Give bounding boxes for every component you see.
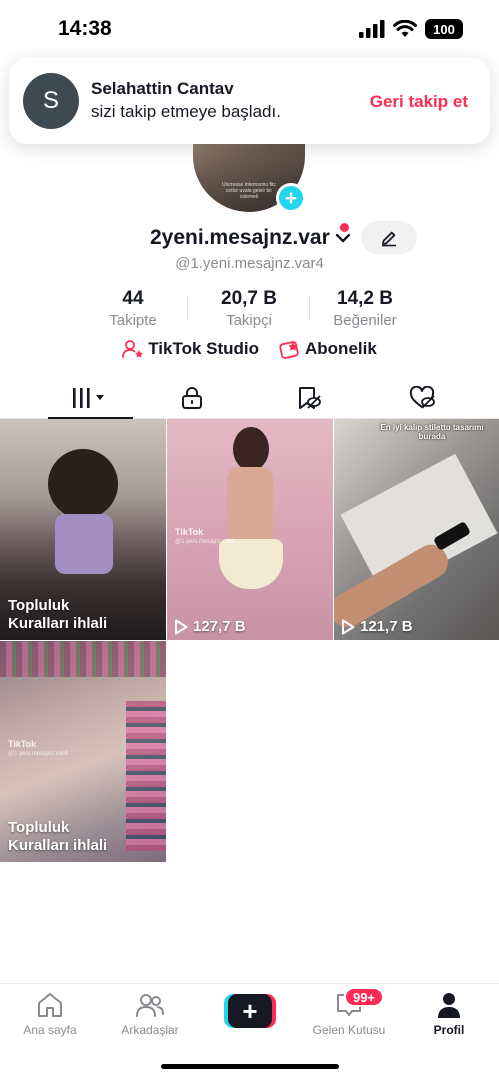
battery-indicator: 100 (425, 19, 463, 39)
status-time: 14:38 (58, 17, 112, 40)
avatar-caption: Uncrease internsonu fitc cotlur uvala ge… (222, 182, 276, 200)
wifi-icon (393, 20, 417, 37)
stat-value: 14,2 B (337, 288, 393, 309)
thumbnail-shape (0, 641, 166, 677)
plus-icon: + (228, 994, 272, 1028)
account-notification-dot (340, 223, 349, 232)
stat-divider (187, 296, 188, 320)
edit-profile-button[interactable] (361, 221, 417, 254)
profile-handle: @1.yeni.mesajnz.var4 (175, 255, 324, 272)
friends-icon (136, 994, 164, 1017)
subscription-icon (279, 341, 299, 359)
violation-line: Topluluk (8, 819, 70, 836)
tiktok-studio-label: TikTok Studio (148, 339, 260, 358)
notification-name: Selahattin Cantav (91, 79, 234, 98)
thumbnail-shape (227, 467, 273, 547)
status-bar: 14:38 100 (0, 0, 499, 56)
view-count-value: 121,7 B (360, 618, 413, 635)
video-tile[interactable]: Topluluk Kuralları ihlali (0, 419, 166, 640)
violation-label: Topluluk Kuralları ihlali (8, 819, 107, 855)
video-tile[interactable]: TikTok @1.yeni.mesajnz.var4 127,7 B (167, 419, 333, 640)
stat-followers[interactable]: 20,7 B Takipçi (194, 288, 304, 329)
tab-private[interactable] (147, 377, 237, 419)
stat-label: Takipte (109, 312, 157, 329)
stat-likes[interactable]: 14,2 B Beğeniler (310, 288, 420, 329)
play-icon (342, 619, 355, 634)
profile-icon (438, 993, 460, 1018)
nav-profile[interactable]: Profil (399, 992, 499, 1037)
violation-line: Kuralları ihlali (8, 615, 108, 632)
tab-saved[interactable] (264, 377, 354, 419)
stat-label: Beğeniler (333, 312, 397, 329)
signal-icon (359, 20, 385, 38)
nav-friends[interactable]: Arkadaşlar (100, 992, 200, 1037)
notification-message: sizi takip etmeye başladı. (91, 102, 281, 121)
violation-label: Topluluk Kuralları ihlali (8, 597, 107, 633)
watermark-handle: @1.yeni.mesajnz.var4 (8, 751, 68, 757)
violation-line: Topluluk (8, 597, 70, 614)
bookmark-hidden-icon (299, 387, 321, 409)
username: 2yeni.mesajnz.var (150, 226, 330, 249)
inbox-badge: 99+ (344, 987, 384, 1007)
stat-value: 20,7 B (221, 288, 277, 309)
watermark-handle: @1.yeni.mesajnz.var4 (175, 539, 235, 545)
view-count-value: 127,7 B (193, 618, 246, 635)
username-row[interactable]: 2yeni.mesajnz.var (150, 226, 352, 250)
heart-hidden-icon (409, 386, 435, 409)
profile-links: TikTok Studio Abonelik (0, 339, 499, 359)
stat-following[interactable]: 44 Takipte (78, 288, 188, 329)
thumbnail-shape (48, 449, 118, 519)
videos-grid-icon (73, 388, 104, 408)
pencil-icon (382, 231, 396, 246)
thumbnail-shape (219, 539, 283, 589)
tab-liked[interactable] (378, 377, 468, 419)
follow-notification[interactable]: S Selahattin Cantav sizi takip etmeye ba… (9, 58, 490, 144)
subscription-label: Abonelik (305, 339, 377, 358)
play-icon (175, 619, 188, 634)
subscription-link[interactable]: Abonelik (279, 339, 377, 359)
tiktok-watermark: TikTok (8, 739, 37, 749)
nav-home[interactable]: Ana sayfa (0, 992, 100, 1037)
view-count: 127,7 B (174, 618, 246, 635)
stat-label: Takipçi (226, 312, 272, 329)
thumbnail-shape (233, 427, 269, 471)
video-tile[interactable]: En iyi kalıp stiletto tasarımı burada 12… (334, 419, 499, 640)
home-icon (38, 993, 62, 1017)
add-story-button[interactable]: + (276, 183, 306, 213)
profile-tabs (0, 377, 499, 419)
video-caption: En iyi kalıp stiletto tasarımı burada (380, 423, 484, 441)
thumbnail-shape (126, 701, 166, 851)
follow-back-button[interactable]: Geri takip et (370, 92, 468, 112)
nav-friends-label: Arkadaşlar (121, 1023, 179, 1037)
nav-home-label: Ana sayfa (23, 1023, 77, 1037)
video-tile[interactable]: TikTok @1.yeni.mesajnz.var4 Topluluk Kur… (0, 641, 166, 862)
home-indicator[interactable] (161, 1064, 339, 1069)
tiktok-studio-link[interactable]: TikTok Studio (122, 339, 259, 359)
create-button[interactable]: + (224, 994, 276, 1028)
view-count: 121,7 B (341, 618, 413, 635)
tab-videos[interactable] (46, 377, 136, 419)
nav-inbox-label: Gelen Kutusu (312, 1023, 386, 1037)
violation-line: Kuralları ihlali (8, 837, 108, 854)
stat-value: 44 (122, 288, 144, 309)
studio-icon (122, 340, 144, 358)
status-icons: 100 (359, 19, 463, 39)
tiktok-watermark: TikTok (175, 527, 204, 537)
notification-avatar: S (23, 73, 79, 129)
thumbnail-shape (55, 514, 113, 574)
lock-icon (182, 387, 202, 409)
nav-profile-label: Profil (433, 1023, 465, 1037)
